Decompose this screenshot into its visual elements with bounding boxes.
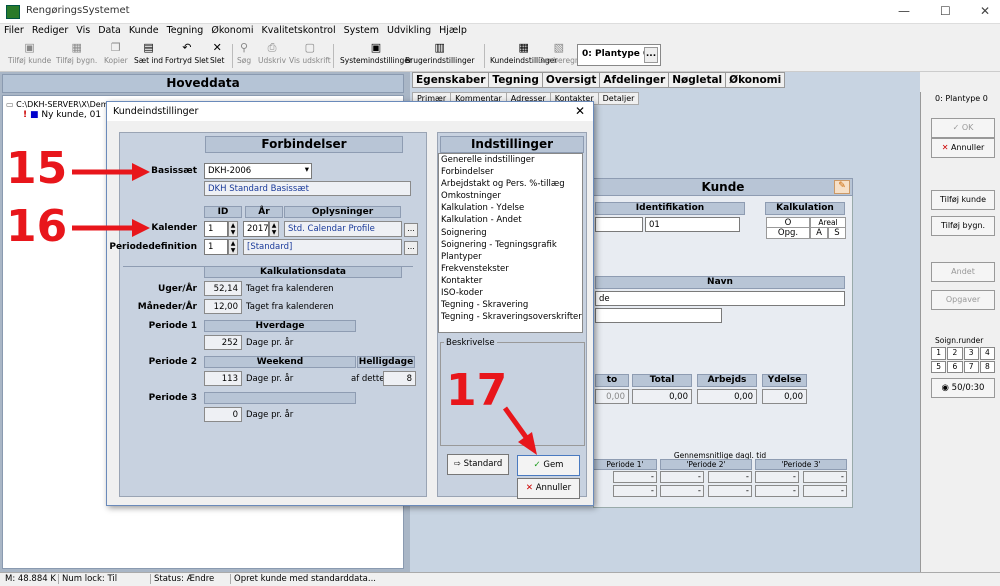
annotation-arrows <box>72 163 537 455</box>
arrow-16 <box>72 219 150 237</box>
arrow-15 <box>72 163 150 181</box>
arrow-17 <box>502 406 537 455</box>
